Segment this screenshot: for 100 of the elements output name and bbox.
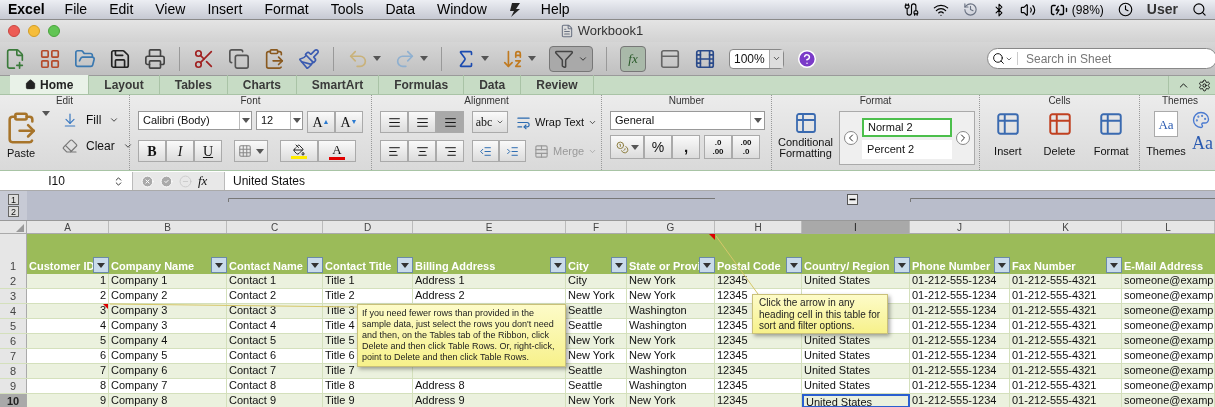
table-cell[interactable]: 01-212-555-4321 (1010, 319, 1122, 333)
table-cell[interactable]: 01-212-555-4321 (1010, 394, 1122, 407)
table-cell[interactable]: Contact 1 (227, 274, 323, 288)
table-cell[interactable]: Contact 8 (227, 379, 323, 393)
table-cell[interactable]: 01-212-555-4321 (1010, 304, 1122, 318)
table-cell[interactable]: New York (566, 289, 627, 303)
check-icon[interactable] (160, 174, 173, 188)
table-cell[interactable]: Contact 4 (227, 319, 323, 333)
outline-level-button[interactable]: 1 (8, 194, 19, 205)
table-cell[interactable]: 12345 (715, 379, 802, 393)
underline-button[interactable]: U (194, 140, 222, 162)
filter-button[interactable] (549, 45, 593, 72)
ribbon-tab[interactable]: Charts (227, 75, 297, 94)
increase-decimal-button[interactable]: .00 .0 (732, 135, 760, 159)
cut-icon[interactable] (193, 47, 215, 70)
table-cell[interactable]: Contact 6 (227, 349, 323, 363)
cell-style[interactable]: Percent 2 (862, 139, 952, 159)
font-color-button[interactable]: A (318, 140, 356, 162)
folder-icon[interactable] (74, 47, 96, 70)
formula-value[interactable]: United States (225, 172, 306, 190)
menu-item[interactable]: View (155, 0, 186, 20)
menu-item[interactable]: Window (437, 0, 487, 20)
table-cell[interactable]: Address 2 (413, 289, 566, 303)
table-cell[interactable]: Contact 9 (227, 394, 323, 407)
number-format-combo[interactable]: General (610, 111, 765, 130)
table-cell[interactable]: 01-212-555-1234 (910, 349, 1010, 363)
history-icon[interactable] (962, 2, 978, 17)
table-cell[interactable]: 6 (27, 349, 109, 363)
table-cell[interactable]: Address 1 (413, 274, 566, 288)
table-cell[interactable]: New York (627, 334, 715, 348)
user-menu[interactable]: User (1146, 0, 1178, 20)
column-header[interactable]: B (109, 221, 227, 233)
table-cell[interactable]: 01-212-555-1234 (910, 304, 1010, 318)
menu-item[interactable]: Data (385, 0, 415, 20)
table-cell[interactable]: New York (627, 274, 715, 288)
menu-item[interactable]: Insert (207, 0, 243, 20)
table-cell[interactable]: New York (627, 349, 715, 363)
table-cell[interactable]: Company 3 (109, 319, 227, 333)
dropdown-arrow-icon[interactable] (528, 56, 536, 61)
table-cell[interactable]: Contact 3 (227, 304, 323, 318)
network-icon[interactable] (903, 2, 919, 17)
help-icon[interactable] (796, 48, 817, 69)
cells-button[interactable]: Format (1087, 111, 1135, 170)
table-cell[interactable]: 01-212-555-1234 (910, 274, 1010, 288)
align-top-button[interactable] (380, 111, 408, 133)
table-cell[interactable]: Company 4 (109, 334, 227, 348)
menu-item[interactable]: Tools (330, 0, 364, 20)
table-cell[interactable]: 01-212-555-1234 (910, 394, 1010, 407)
table-cell[interactable]: 9 (27, 394, 109, 407)
ribbon-tab[interactable]: Formulas (379, 75, 465, 94)
row-header[interactable]: 2 (0, 274, 27, 288)
table-cell[interactable]: Company 3 (109, 304, 227, 318)
row-header[interactable]: 1 (0, 234, 27, 274)
table-cell[interactable]: Title 2 (323, 289, 413, 303)
theme-fonts-button[interactable]: Aa (1192, 133, 1213, 153)
filter-dropdown-button[interactable] (93, 257, 109, 273)
column-header[interactable]: A (27, 221, 109, 233)
comma-button[interactable]: , (672, 135, 700, 159)
dropdown-arrow-icon[interactable] (420, 56, 428, 61)
paste-icon[interactable] (263, 47, 285, 70)
ribbon-tab[interactable]: Home (10, 75, 90, 94)
table-cell[interactable]: 12345 (715, 274, 802, 288)
row-header[interactable]: 10 (0, 394, 27, 407)
window-icon[interactable] (659, 47, 681, 70)
table-cell[interactable]: United States (802, 364, 910, 378)
currency-button[interactable] (610, 135, 644, 159)
ribbon-tab[interactable]: SmartArt (296, 75, 380, 94)
bold-button[interactable]: B (138, 140, 166, 162)
insert-function-button[interactable]: fx (198, 171, 208, 191)
filter-dropdown-button[interactable] (611, 257, 627, 273)
table-cell[interactable]: New York (566, 394, 627, 407)
table-cell[interactable]: 01-212-555-4321 (1010, 379, 1122, 393)
palette-icon[interactable] (1192, 111, 1210, 129)
cell-style[interactable]: Normal 2 (862, 117, 952, 137)
filter-dropdown-button[interactable] (1106, 257, 1122, 273)
align-bottom-button[interactable] (436, 111, 464, 133)
column-header[interactable]: K (1010, 221, 1122, 233)
filter-dropdown-button[interactable] (994, 257, 1010, 273)
table-cell[interactable]: United States (802, 379, 910, 393)
table-cell[interactable]: 01-212-555-4321 (1010, 274, 1122, 288)
paintbrush-icon[interactable] (298, 47, 320, 70)
column-header[interactable]: D (323, 221, 413, 233)
wrap-text-button[interactable]: Wrap Text (516, 113, 598, 131)
filter-dropdown-button[interactable] (307, 257, 323, 273)
dropdown-arrow-icon[interactable] (42, 111, 50, 116)
close-button[interactable] (8, 25, 20, 37)
print-icon[interactable] (144, 47, 166, 70)
table-cell[interactable]: United States (802, 394, 910, 407)
row-header[interactable]: 4 (0, 304, 27, 318)
table-cell[interactable]: Contact 2 (227, 289, 323, 303)
column-header[interactable]: F (566, 221, 627, 233)
align-middle-button[interactable] (408, 111, 436, 133)
fill-button[interactable]: Fill (62, 111, 133, 129)
filter-dropdown-button[interactable] (894, 257, 910, 273)
decrease-indent-button[interactable] (472, 140, 499, 162)
table-cell[interactable]: Washington (627, 319, 715, 333)
table-cell[interactable]: Address 8 (413, 379, 566, 393)
clear-button[interactable]: Clear (62, 137, 133, 155)
table-cell[interactable]: Title 1 (323, 274, 413, 288)
table-cell[interactable]: 1 (27, 274, 109, 288)
